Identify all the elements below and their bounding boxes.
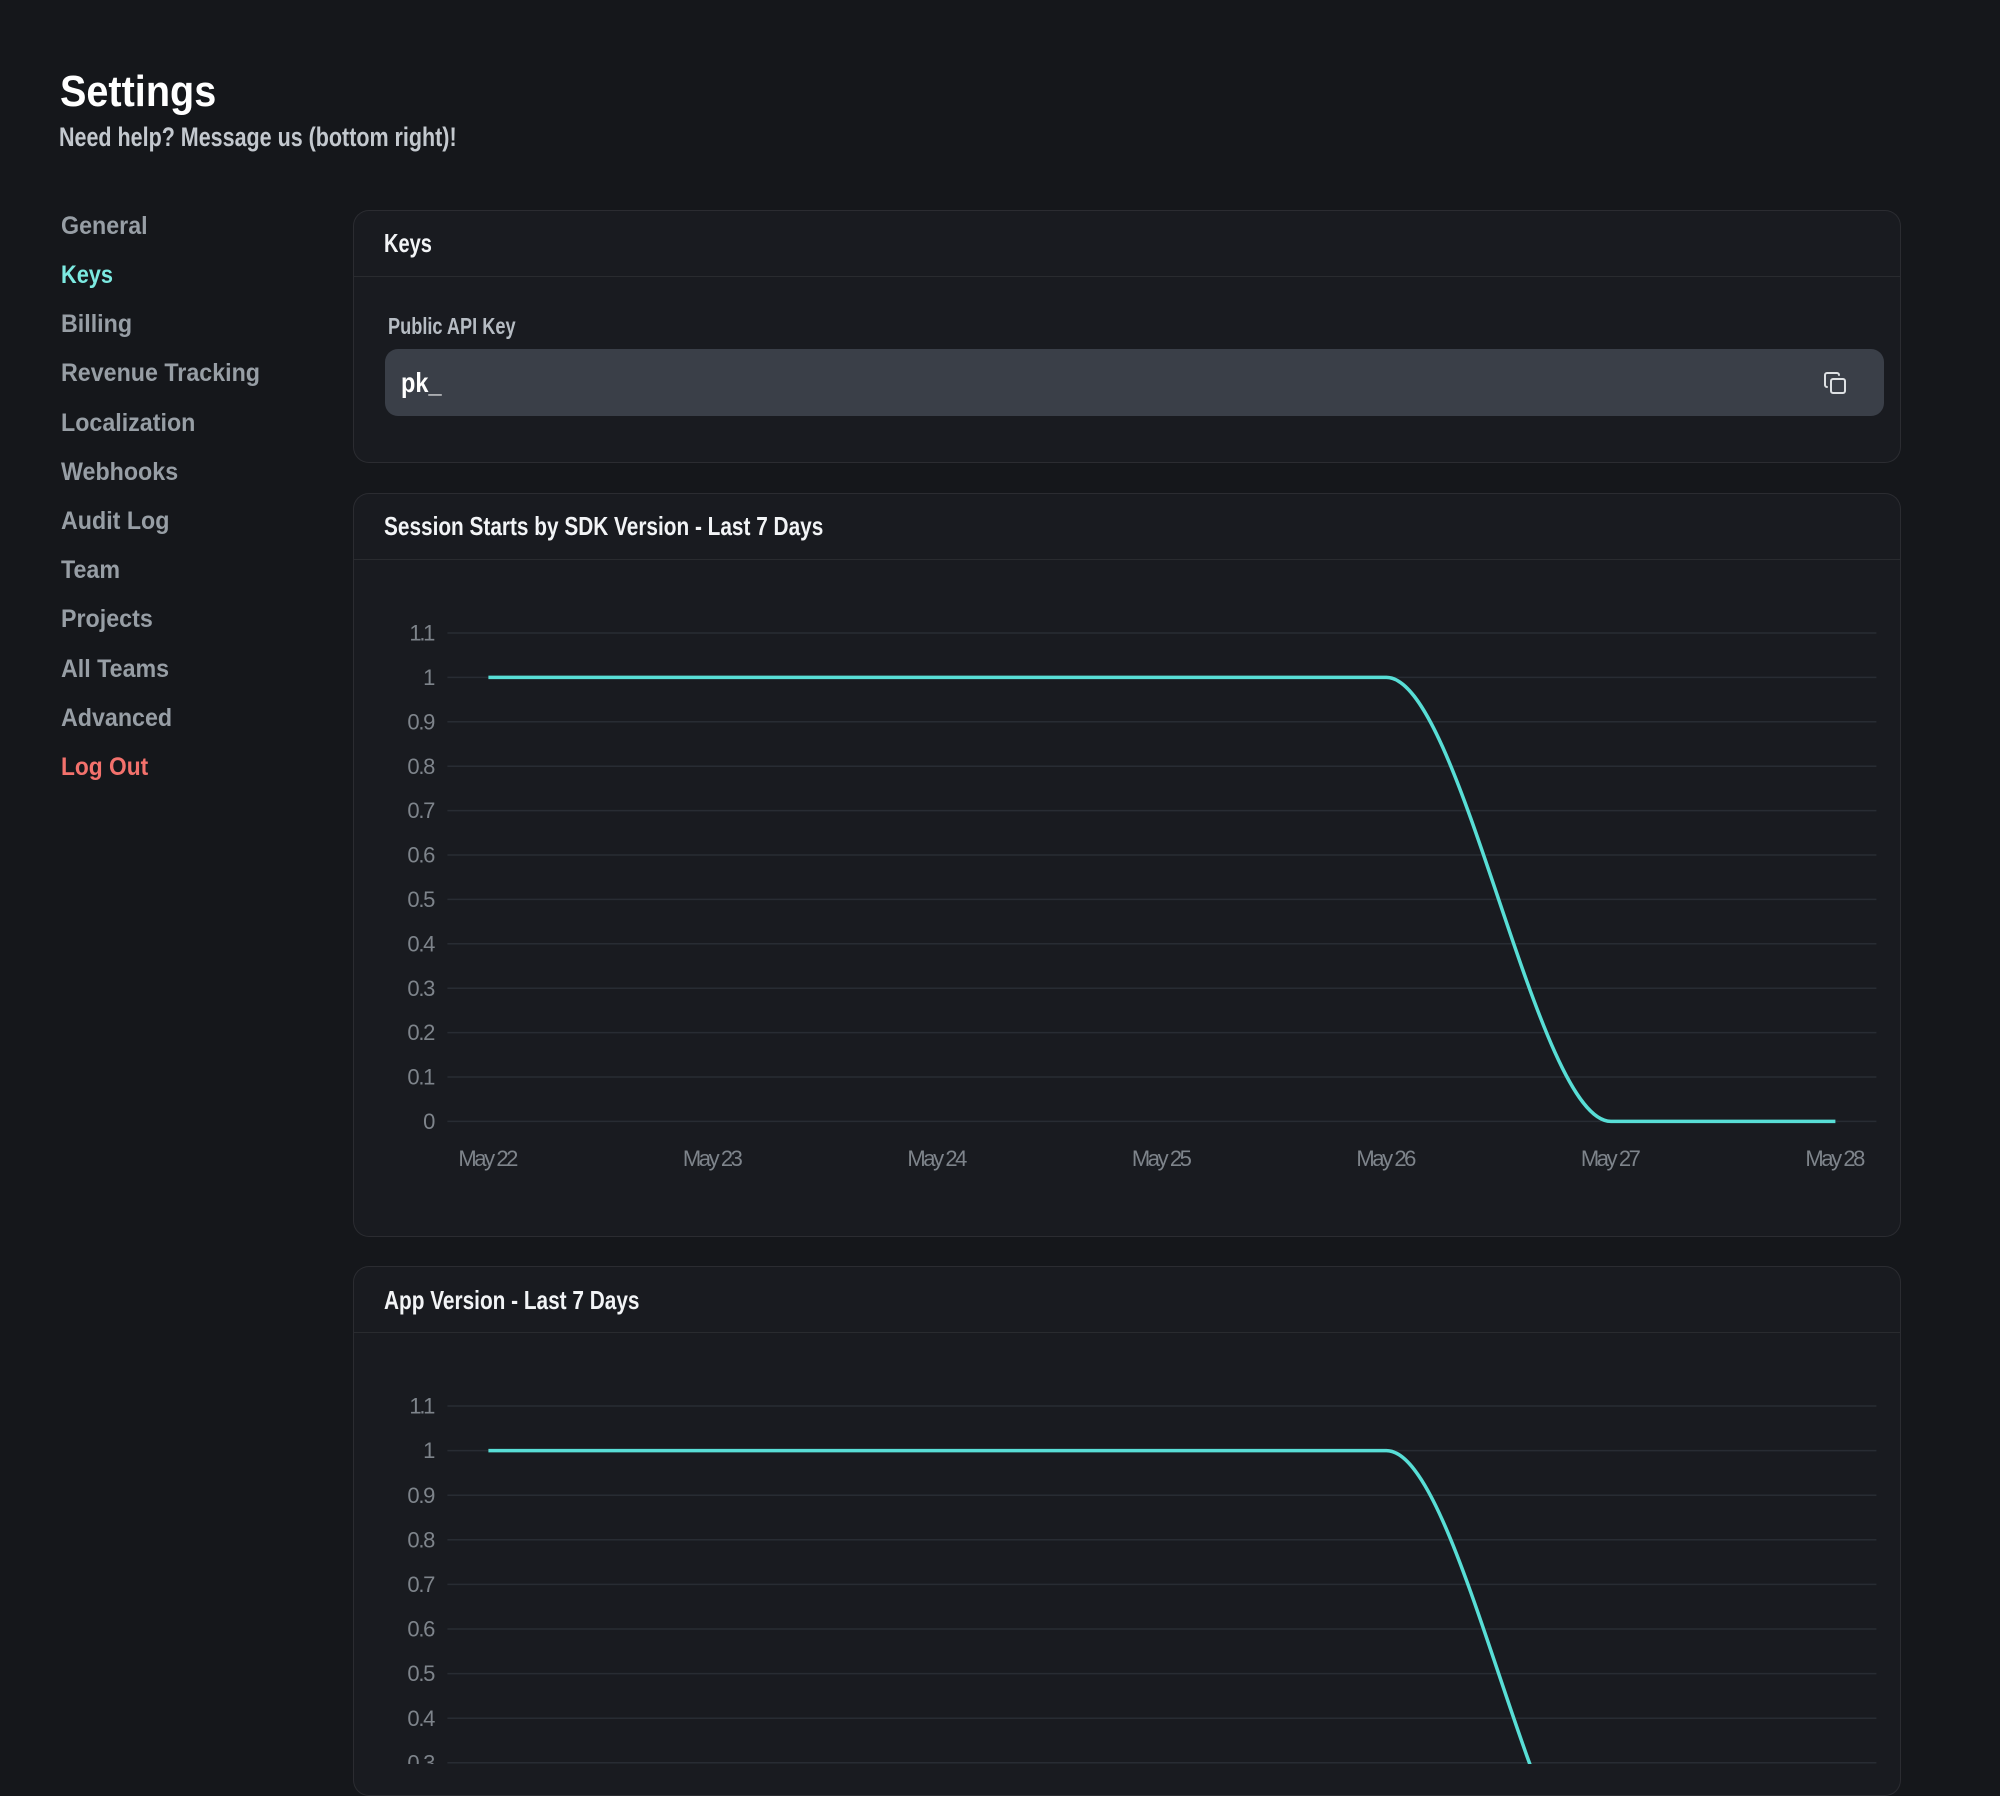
svg-text:May 27: May 27 <box>1580 1146 1640 1171</box>
svg-text:May 23: May 23 <box>682 1146 742 1171</box>
svg-text:1: 1 <box>423 665 435 690</box>
svg-text:0.1: 0.1 <box>407 1065 435 1090</box>
svg-text:0.7: 0.7 <box>407 798 435 823</box>
svg-text:May 25: May 25 <box>1131 1146 1191 1171</box>
svg-text:0: 0 <box>423 1109 435 1134</box>
svg-text:0.2: 0.2 <box>407 1020 435 1045</box>
svg-text:1.1: 1.1 <box>409 1394 435 1419</box>
svg-text:0.9: 0.9 <box>407 1483 435 1508</box>
svg-text:May 28: May 28 <box>1805 1146 1865 1171</box>
svg-text:0.4: 0.4 <box>407 931 435 956</box>
svg-text:0.5: 0.5 <box>407 1661 435 1686</box>
svg-text:0.6: 0.6 <box>407 1617 435 1642</box>
svg-text:0.3: 0.3 <box>407 976 435 1001</box>
svg-text:0.6: 0.6 <box>407 843 435 868</box>
svg-text:May 22: May 22 <box>458 1146 518 1171</box>
svg-text:May 24: May 24 <box>907 1146 967 1171</box>
svg-text:0.5: 0.5 <box>407 887 435 912</box>
svg-text:0.3: 0.3 <box>407 1750 435 1764</box>
svg-text:0.9: 0.9 <box>407 709 435 734</box>
svg-text:1.1: 1.1 <box>409 621 435 646</box>
svg-text:0.7: 0.7 <box>407 1572 435 1597</box>
svg-text:May 26: May 26 <box>1356 1146 1416 1171</box>
svg-text:0.8: 0.8 <box>407 754 435 779</box>
svg-text:0.4: 0.4 <box>407 1706 435 1731</box>
svg-text:0.8: 0.8 <box>407 1527 435 1552</box>
svg-text:1: 1 <box>423 1438 435 1463</box>
